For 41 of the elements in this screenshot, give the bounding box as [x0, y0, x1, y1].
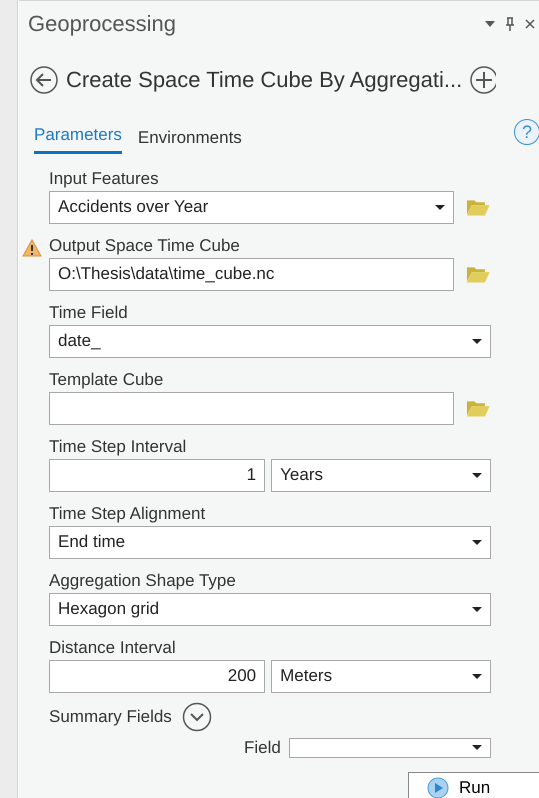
input-field[interactable]: 1	[49, 458, 266, 492]
field-label: Input Features	[49, 168, 159, 188]
dropdown-caret-icon[interactable]	[472, 674, 482, 678]
field-label: Output Space Time Cube	[49, 236, 240, 256]
dropdown-icon[interactable]	[485, 21, 495, 27]
dropdown-field[interactable]	[288, 738, 491, 758]
input-field[interactable]	[49, 392, 454, 424]
field-label: Time Field	[49, 302, 128, 322]
dropdown-caret-icon[interactable]	[472, 745, 482, 750]
dropdown-caret-icon[interactable]	[472, 540, 482, 544]
add-icon[interactable]	[470, 66, 496, 94]
field-label: Time Step Interval	[49, 436, 186, 456]
field-label: Time Step Alignment	[49, 504, 206, 524]
section-label: Summary Fields	[49, 706, 172, 726]
tab[interactable]: Environments	[138, 125, 242, 154]
play-icon	[427, 777, 449, 798]
run-button[interactable]: Run	[408, 772, 539, 798]
input-field[interactable]: O:\Thesis\data\time_cube.nc	[49, 258, 454, 290]
back-icon[interactable]	[30, 66, 58, 94]
pane-title: Geoprocessing	[28, 13, 176, 35]
chevron-down-icon[interactable]	[182, 702, 212, 732]
tool-title: Create Space Time Cube By Aggregati...	[66, 66, 462, 94]
tab[interactable]: Parameters	[34, 122, 122, 154]
close-icon[interactable]	[525, 19, 535, 29]
field-label: Field	[244, 738, 281, 758]
field-label: Template Cube	[49, 370, 164, 390]
dropdown-caret-icon[interactable]	[472, 472, 482, 478]
dropdown-caret-icon[interactable]	[435, 204, 446, 210]
dropdown-field[interactable]: Years	[271, 458, 491, 492]
input-field[interactable]: 200	[49, 660, 266, 692]
dropdown-caret-icon[interactable]	[472, 338, 482, 344]
dropdown-field[interactable]: Accidents over Year	[49, 190, 454, 224]
field-label: Aggregation Shape Type	[49, 570, 236, 590]
warning-icon	[22, 239, 42, 258]
dropdown-field[interactable]: Hexagon grid	[49, 592, 491, 626]
dropdown-field[interactable]: date_	[49, 324, 491, 358]
dropdown-field[interactable]: Meters	[271, 660, 491, 692]
field-label: Distance Interval	[49, 638, 176, 658]
pin-icon[interactable]	[505, 17, 515, 31]
dropdown-caret-icon[interactable]	[472, 606, 482, 612]
dropdown-field[interactable]: End time	[49, 526, 491, 558]
